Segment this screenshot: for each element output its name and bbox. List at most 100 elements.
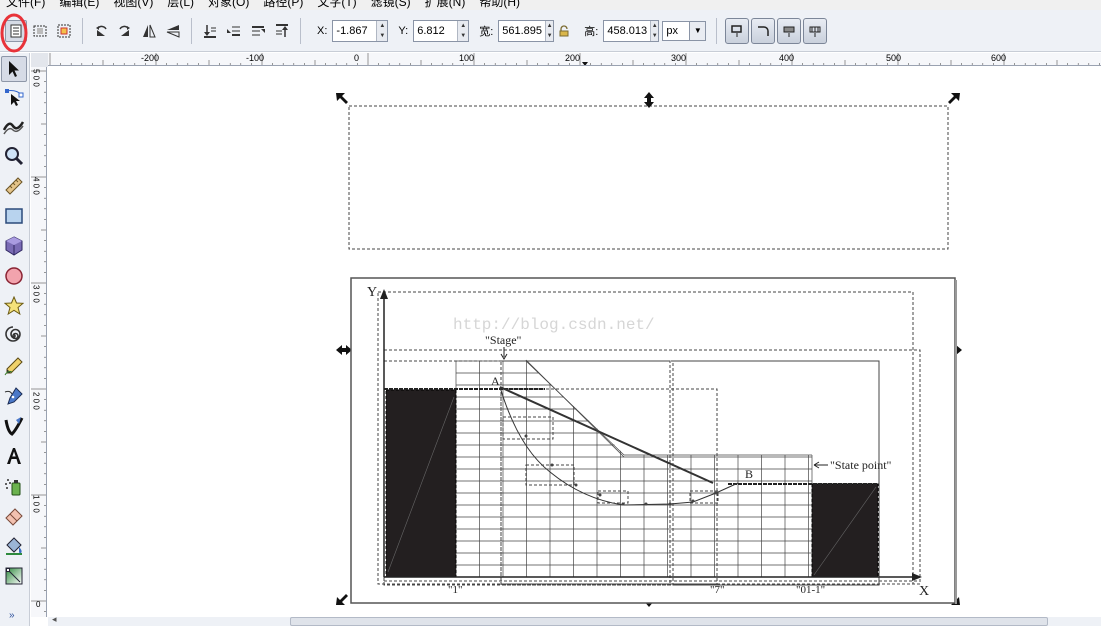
unit-select[interactable]: px ▼ bbox=[662, 20, 707, 41]
menu-help[interactable]: 帮助(H) bbox=[479, 0, 520, 10]
flip-vertical-icon bbox=[166, 24, 180, 38]
height-field[interactable]: 458.013 ▲ ▼ bbox=[603, 19, 660, 42]
eraser-tool[interactable] bbox=[1, 503, 27, 529]
scale-handle-top-right[interactable] bbox=[948, 93, 960, 104]
width-field[interactable]: 561.895 ▲ ▼ bbox=[498, 19, 555, 42]
gradient-tool[interactable] bbox=[1, 563, 27, 589]
scale-handle-bottom-left[interactable] bbox=[336, 594, 348, 605]
spray-tool[interactable] bbox=[1, 473, 27, 499]
zoom-tool[interactable] bbox=[1, 143, 27, 169]
menu-view[interactable]: 视图(V) bbox=[113, 0, 153, 10]
flip-horizontal-icon bbox=[143, 24, 156, 37]
node-tool[interactable] bbox=[1, 84, 27, 110]
x-spinner[interactable]: ▲ ▼ bbox=[376, 20, 388, 41]
width-spinner[interactable]: ▲ ▼ bbox=[545, 20, 554, 41]
drawing-canvas[interactable]: http://blog.csdn.net/ Y X "Stage" A B "S… bbox=[48, 67, 1101, 617]
spin-down-icon: ▼ bbox=[651, 32, 658, 39]
scale-stroke-button[interactable] bbox=[725, 17, 750, 44]
lower-button[interactable] bbox=[223, 20, 245, 42]
height-label: 高: bbox=[584, 25, 599, 38]
raise-button[interactable] bbox=[247, 20, 269, 42]
height-spinner[interactable]: ▲ ▼ bbox=[650, 20, 659, 41]
menu-filters[interactable]: 滤镜(S) bbox=[371, 0, 411, 10]
scale-corners-icon bbox=[758, 25, 770, 36]
menu-path[interactable]: 路径(P) bbox=[263, 0, 303, 10]
y-spinner[interactable]: ▲ ▼ bbox=[457, 20, 469, 41]
vruler-label: 1 0 0 bbox=[32, 495, 41, 513]
selector-tool[interactable] bbox=[1, 56, 27, 82]
menu-extensions[interactable]: 扩展(N) bbox=[425, 0, 466, 10]
calligraphy-tool[interactable] bbox=[1, 413, 27, 439]
ruler-icon bbox=[5, 177, 23, 195]
raise-to-top-button[interactable] bbox=[271, 20, 293, 42]
y-field[interactable]: 6.812 ▲ ▼ bbox=[413, 19, 470, 42]
horizontal-scrollbar[interactable]: ◂ bbox=[48, 614, 1101, 626]
vruler-label: 2 0 0 bbox=[32, 392, 41, 410]
axis-y-label: Y bbox=[367, 285, 377, 300]
x-field[interactable]: -1.867 ▲ ▼ bbox=[332, 19, 389, 42]
select-all-layers-button[interactable] bbox=[29, 20, 51, 42]
menu-layer[interactable]: 层(L) bbox=[167, 0, 194, 10]
scale-handle-left[interactable] bbox=[336, 345, 352, 355]
curve-point bbox=[524, 434, 528, 438]
spin-up-icon: ▲ bbox=[651, 22, 658, 29]
hruler-label: 400 bbox=[779, 53, 794, 63]
rectangle-tool[interactable] bbox=[1, 203, 27, 229]
calligraphy-icon bbox=[4, 417, 24, 436]
rotate-cw-button[interactable] bbox=[114, 20, 136, 42]
scale-corners-button[interactable] bbox=[751, 17, 776, 44]
rotate-cw-icon bbox=[119, 25, 130, 36]
move-gradients-icon bbox=[783, 26, 795, 37]
rotate-ccw-button[interactable] bbox=[90, 20, 112, 42]
move-gradients-button[interactable] bbox=[777, 17, 802, 44]
menu-object[interactable]: 对象(O) bbox=[208, 0, 249, 10]
scale-stroke-icon bbox=[731, 24, 743, 37]
stage-label: "Stage" bbox=[485, 333, 522, 347]
ellipse-tool[interactable] bbox=[1, 263, 27, 289]
scroll-left-icon[interactable]: ◂ bbox=[52, 614, 57, 625]
state-point-label: "State point" bbox=[830, 458, 892, 472]
3d-box-tool[interactable] bbox=[1, 233, 27, 259]
hruler-label: -200 bbox=[141, 53, 159, 63]
move-patterns-button[interactable] bbox=[803, 17, 828, 44]
star-tool[interactable] bbox=[1, 293, 27, 319]
selected-figure[interactable]: http://blog.csdn.net/ Y X "Stage" A B "S… bbox=[350, 277, 957, 604]
pen-tool[interactable] bbox=[1, 383, 27, 409]
point-b-label: B bbox=[745, 467, 753, 481]
canvas-drawing: http://blog.csdn.net/ Y X "Stage" A B "S… bbox=[336, 92, 962, 607]
text-tool[interactable] bbox=[1, 443, 27, 469]
spiral-icon bbox=[5, 326, 21, 342]
pencil-tool[interactable] bbox=[1, 353, 27, 379]
paint-bucket-tool[interactable] bbox=[1, 533, 27, 559]
horizontal-ruler[interactable]: -200 -100 0 100 200 300 400 500 600 bbox=[48, 53, 1101, 66]
x-value: -1.867 bbox=[336, 24, 368, 37]
tweak-tool[interactable] bbox=[1, 113, 27, 139]
raise-to-top-icon bbox=[276, 23, 288, 37]
deselect-button[interactable] bbox=[53, 20, 75, 42]
vertical-ruler-ticks: 5 0 0 4 0 0 3 0 0 2 0 0 1 0 0 0 bbox=[31, 69, 46, 612]
point-a-label: A bbox=[491, 374, 500, 388]
ruler-pointer-icon bbox=[582, 62, 588, 65]
lower-to-bottom-button[interactable] bbox=[199, 20, 221, 42]
curve-point bbox=[714, 491, 718, 495]
toolbox-overflow-icon[interactable]: » bbox=[9, 610, 15, 621]
lock-ratio-button[interactable] bbox=[555, 20, 573, 42]
scale-handle-top-left[interactable] bbox=[336, 93, 348, 104]
inkscape-window: 文件(F) 编辑(E) 视图(V) 层(L) 对象(O) 路径(P) 文字(T)… bbox=[0, 0, 1101, 626]
spin-up-icon: ▲ bbox=[379, 22, 386, 29]
node-edit-icon bbox=[5, 89, 24, 106]
scrollbar-thumb[interactable] bbox=[290, 617, 1048, 626]
vertical-ruler[interactable]: 5 0 0 4 0 0 3 0 0 2 0 0 1 0 0 0 bbox=[31, 67, 47, 617]
flip-horizontal-button[interactable] bbox=[138, 20, 160, 42]
menu-file[interactable]: 文件(F) bbox=[6, 0, 45, 10]
hruler-label: 0 bbox=[354, 53, 359, 63]
menu-edit[interactable]: 编辑(E) bbox=[59, 0, 99, 10]
empty-dashed-frame[interactable] bbox=[348, 105, 949, 250]
y-label: Y: bbox=[398, 24, 409, 37]
menu-text[interactable]: 文字(T) bbox=[317, 0, 356, 10]
measure-tool[interactable] bbox=[1, 173, 27, 199]
flip-vertical-button[interactable] bbox=[162, 20, 184, 42]
tweak-icon bbox=[3, 121, 25, 135]
spiral-tool[interactable] bbox=[1, 323, 27, 349]
hruler-label: 100 bbox=[459, 53, 474, 63]
